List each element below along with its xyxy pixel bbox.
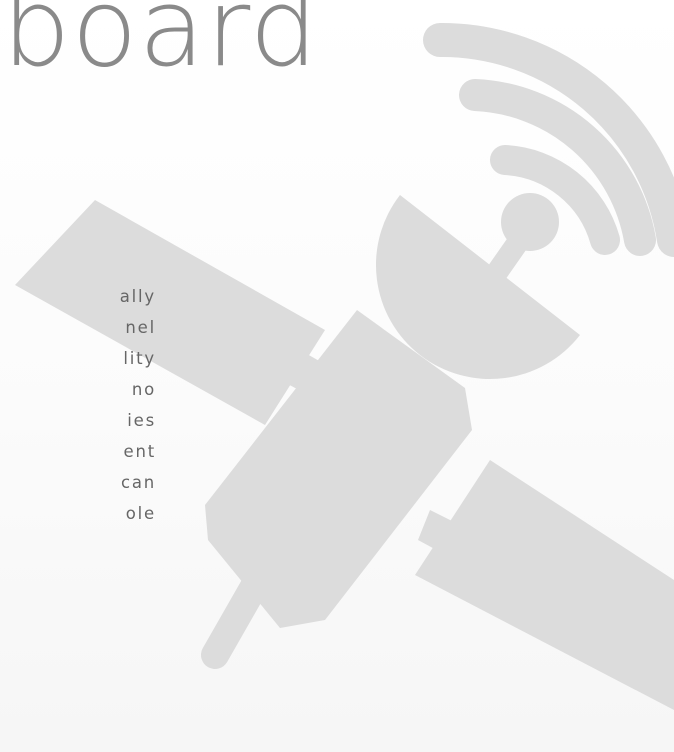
right-solar-panel (415, 460, 674, 710)
paragraph-line: ally (119, 287, 156, 306)
paragraph-line: can (120, 473, 156, 492)
page: board ally nel lity no ies ent can ole (0, 0, 674, 752)
left-solar-panel (15, 200, 325, 425)
paragraph-line: no (131, 380, 156, 399)
paragraph-line: nel (125, 318, 156, 337)
body-paragraph: ally nel lity no ies ent can ole (120, 281, 156, 529)
paragraph-line: ent (123, 442, 156, 461)
page-heading: board (2, 0, 319, 91)
satellite-icon (15, 22, 674, 710)
paragraph-line: ole (125, 504, 156, 523)
paragraph-line: ies (127, 411, 156, 430)
paragraph-line: lity (123, 349, 156, 368)
